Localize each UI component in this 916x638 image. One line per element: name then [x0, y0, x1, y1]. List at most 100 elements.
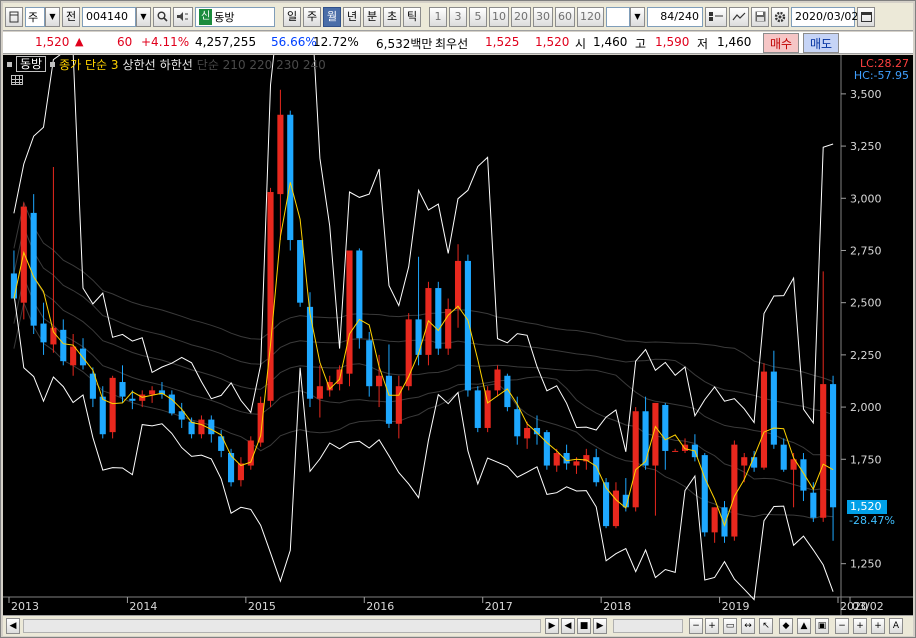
- sell-button[interactable]: 매도: [803, 33, 839, 53]
- mode-icon[interactable]: ◆: [779, 618, 793, 634]
- crosshair-icon[interactable]: +: [871, 618, 885, 634]
- period-month[interactable]: 월: [323, 6, 341, 27]
- plus-icon[interactable]: +: [853, 618, 867, 634]
- speaker-icon[interactable]: [173, 6, 193, 27]
- candle-body: [208, 419, 215, 435]
- candle-body: [306, 306, 314, 399]
- candle-body: [721, 507, 728, 537]
- candle-body: [356, 250, 363, 339]
- expand-icon[interactable]: ▲: [797, 618, 811, 634]
- chevron-down-icon[interactable]: ▼: [45, 6, 60, 27]
- toolbar: 주 ▼ 전 004140 ▼ 신 동방 일 주 월 년 분 초 틱 1 3 5 …: [3, 3, 913, 31]
- stop-icon[interactable]: ■: [577, 618, 591, 634]
- candle-body: [99, 396, 106, 435]
- cursor-icon[interactable]: ↖: [759, 618, 773, 634]
- code-select[interactable]: 004140 ▼: [82, 6, 151, 27]
- font-size-icon[interactable]: A: [889, 618, 903, 634]
- count-1[interactable]: 1: [429, 6, 447, 27]
- ruler-icon[interactable]: ▭: [723, 618, 737, 634]
- minus-icon[interactable]: −: [835, 618, 849, 634]
- candle-body: [484, 390, 491, 428]
- zoom-in-icon[interactable]: +: [705, 618, 719, 634]
- zoom-out-icon[interactable]: −: [689, 618, 703, 634]
- legend-stock-name[interactable]: 동방: [16, 56, 47, 72]
- scroll-left-icon[interactable]: ◀: [6, 618, 20, 634]
- candle-body: [701, 455, 708, 533]
- candle-body: [30, 212, 37, 326]
- credit-badge: 신: [199, 8, 213, 25]
- step-back-icon[interactable]: ◀: [561, 618, 575, 634]
- scroll-track[interactable]: [23, 619, 541, 633]
- upper-band-line: [13, 55, 834, 452]
- legend-ma[interactable]: 종가 단순 3: [59, 56, 118, 73]
- calendar-icon[interactable]: [857, 6, 875, 27]
- market-select[interactable]: 주 ▼: [25, 6, 60, 27]
- stock-name-field[interactable]: 신 동방: [195, 6, 275, 27]
- count-60[interactable]: 60: [555, 6, 575, 27]
- grid-icon[interactable]: [11, 75, 23, 85]
- chevron-down-icon[interactable]: ▼: [630, 6, 645, 27]
- zoom-icon[interactable]: [729, 6, 749, 27]
- play-icon[interactable]: ▶: [545, 618, 559, 634]
- candle-body: [524, 427, 531, 439]
- candlestick-chart[interactable]: 3,500 3,250 3,000 2,750 2,500 2,250 2,000 1,750…: [3, 55, 913, 615]
- candle-body: [474, 390, 481, 428]
- save-icon[interactable]: [751, 6, 769, 27]
- period-day[interactable]: 일: [283, 6, 301, 27]
- turnover-rate: 12.72%: [313, 35, 359, 49]
- candle-body: [385, 375, 393, 424]
- prev-button[interactable]: 전: [62, 6, 80, 27]
- candle-body: [346, 250, 353, 374]
- chart-legend: 동방 종가 단순 3 상한선 하한선 단순 210 220 230 240: [7, 56, 326, 72]
- gear-icon[interactable]: [771, 6, 789, 27]
- x-tick-label: 2017: [485, 600, 513, 613]
- candle-body: [40, 323, 47, 343]
- count-30[interactable]: 30: [533, 6, 553, 27]
- legend-upper-band[interactable]: 상한선: [123, 56, 156, 73]
- code-input[interactable]: 004140: [82, 6, 136, 27]
- candle-body: [297, 240, 304, 303]
- change-percent: +4.11%: [141, 35, 190, 49]
- search-icon[interactable]: [153, 6, 171, 27]
- view-count-field[interactable]: 84/240: [647, 6, 703, 27]
- candle-body: [711, 507, 718, 533]
- open-label: 시: [575, 37, 587, 51]
- period-second[interactable]: 초: [383, 6, 401, 27]
- total-count: /240: [674, 10, 699, 23]
- period-tick[interactable]: 틱: [403, 6, 421, 27]
- x-tick-label: 2018: [603, 600, 631, 613]
- x-tick-label: 2014: [129, 600, 157, 613]
- window-icon[interactable]: [5, 6, 23, 27]
- chart-type-icon[interactable]: ▣: [815, 618, 829, 634]
- count-120[interactable]: 120: [577, 6, 604, 27]
- count-3[interactable]: 3: [449, 6, 467, 27]
- y-tick-label: 3,250: [850, 140, 882, 153]
- stock-name: 동방: [214, 10, 235, 24]
- period-minute[interactable]: 분: [363, 6, 381, 27]
- fit-icon[interactable]: ↔: [741, 618, 755, 634]
- candle-body: [494, 369, 501, 391]
- speed-slider[interactable]: [613, 619, 683, 633]
- chevron-down-icon[interactable]: ▼: [136, 6, 151, 27]
- legend-lower-band[interactable]: 하한선: [160, 56, 193, 73]
- count-input[interactable]: [606, 6, 630, 27]
- count-10[interactable]: 10: [489, 6, 509, 27]
- candle-body: [741, 457, 748, 466]
- period-week[interactable]: 주: [303, 6, 321, 27]
- market-value[interactable]: 주: [25, 6, 45, 27]
- candle-body: [376, 375, 383, 387]
- period-year[interactable]: 년: [343, 6, 361, 27]
- chart-window: 주 ▼ 전 004140 ▼ 신 동방 일 주 월 년 분 초 틱 1 3 5 …: [0, 0, 916, 638]
- buy-button[interactable]: 매수: [763, 33, 799, 53]
- step-forward-icon[interactable]: ▶: [593, 618, 607, 634]
- candle-body: [642, 411, 649, 466]
- layout-icon[interactable]: [705, 6, 727, 27]
- count-5[interactable]: 5: [469, 6, 487, 27]
- x-tick-label: 2015: [248, 600, 276, 613]
- count-20[interactable]: 20: [511, 6, 531, 27]
- count-select[interactable]: ▼: [606, 6, 645, 27]
- legend-long-ma[interactable]: 단순 210 220 230 240: [197, 56, 326, 73]
- price-chart[interactable]: 3,500 3,250 3,000 2,750 2,500 2,250 2,000 1,750…: [3, 55, 913, 615]
- date-input[interactable]: 2020/03/02: [791, 6, 858, 27]
- candle-body: [553, 453, 560, 466]
